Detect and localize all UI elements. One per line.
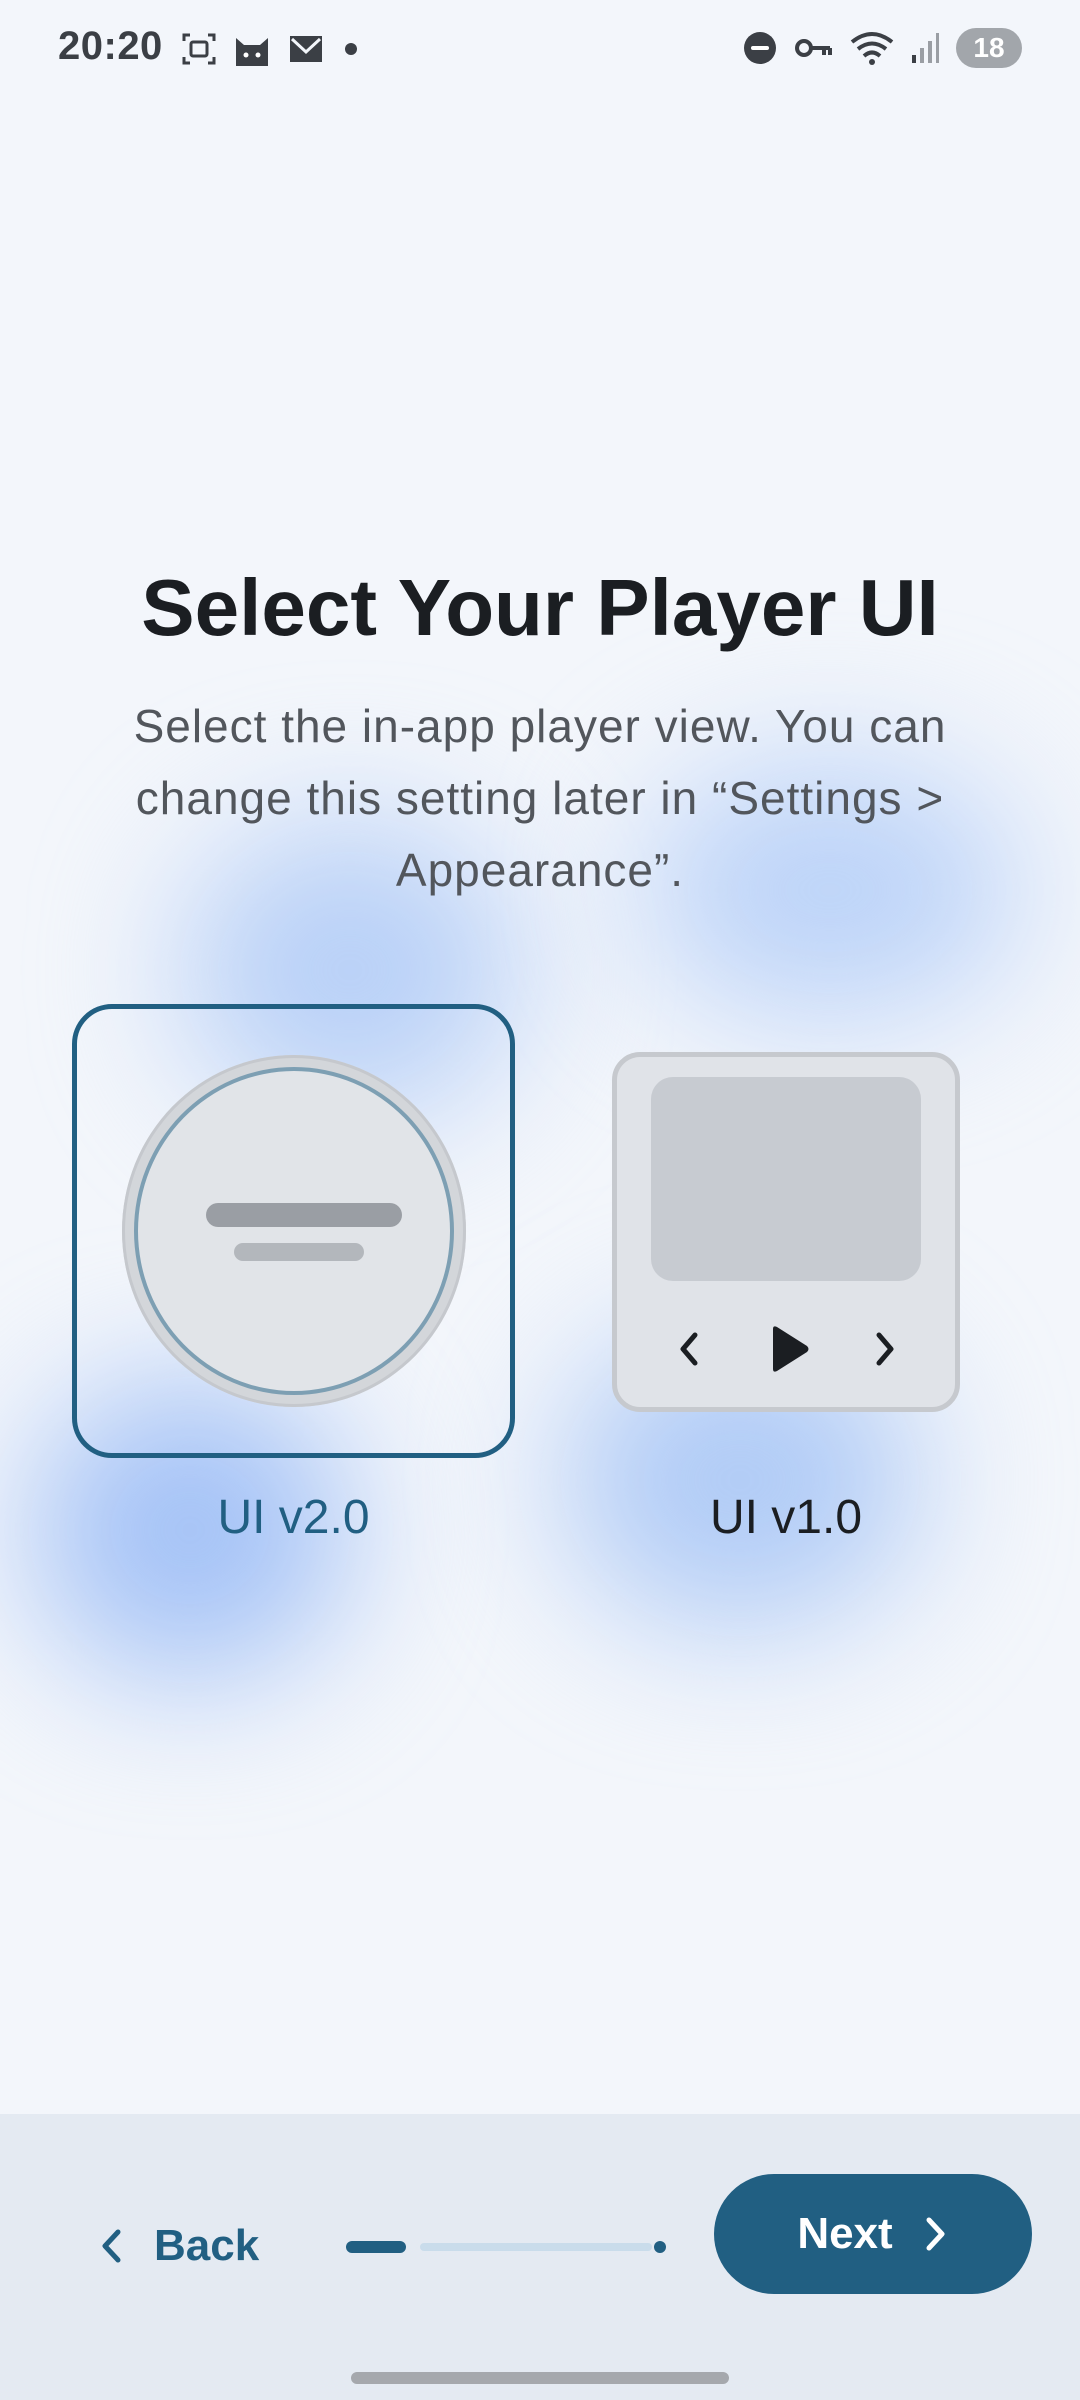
next-button[interactable]: Next [714, 2174, 1032, 2294]
system-icons: 18 [742, 28, 1022, 68]
page-subtitle: Select the in-app player view. You can c… [133, 700, 947, 896]
home-indicator [351, 2372, 729, 2384]
play-icon [773, 1326, 809, 1372]
circular-player-preview-icon [122, 1055, 466, 1407]
player-screen-preview [651, 1077, 921, 1281]
back-label: Back [154, 2221, 260, 2270]
chevron-right-icon [876, 1332, 894, 1366]
do-not-disturb-icon [744, 32, 776, 64]
page-title: Select Your Player UI [141, 563, 939, 652]
chevron-right-icon [926, 2217, 945, 2251]
notification-icons [180, 30, 362, 68]
screenshot-icon [182, 33, 216, 65]
player-ui-option-v1[interactable] [612, 1052, 960, 1412]
dot-icon [345, 43, 357, 55]
player-ui-option-v2[interactable] [72, 1004, 515, 1458]
next-label: Next [797, 2209, 893, 2258]
preview-line [206, 1203, 402, 1227]
cat-icon [236, 38, 268, 66]
battery-icon: 18 [956, 28, 1022, 68]
mail-icon [290, 36, 322, 62]
bottom-navigation-bar: Back Next [0, 2114, 1080, 2400]
wifi-icon [850, 32, 894, 65]
status-time: 20:20 [58, 24, 163, 68]
option-label-v2: UI v2.0 [217, 1491, 370, 1544]
vpn-key-icon [795, 39, 832, 57]
status-bar: 20:20 18 [0, 0, 1080, 100]
preview-line [234, 1243, 364, 1261]
player-controls-preview [680, 1326, 894, 1372]
signal-icon [912, 33, 939, 63]
option-label-v1: UI v1.0 [709, 1491, 863, 1544]
back-button[interactable]: Back [98, 2206, 259, 2286]
chevron-left-icon [680, 1332, 698, 1366]
chevron-left-icon [102, 2229, 121, 2263]
progress-indicator [346, 2241, 666, 2253]
